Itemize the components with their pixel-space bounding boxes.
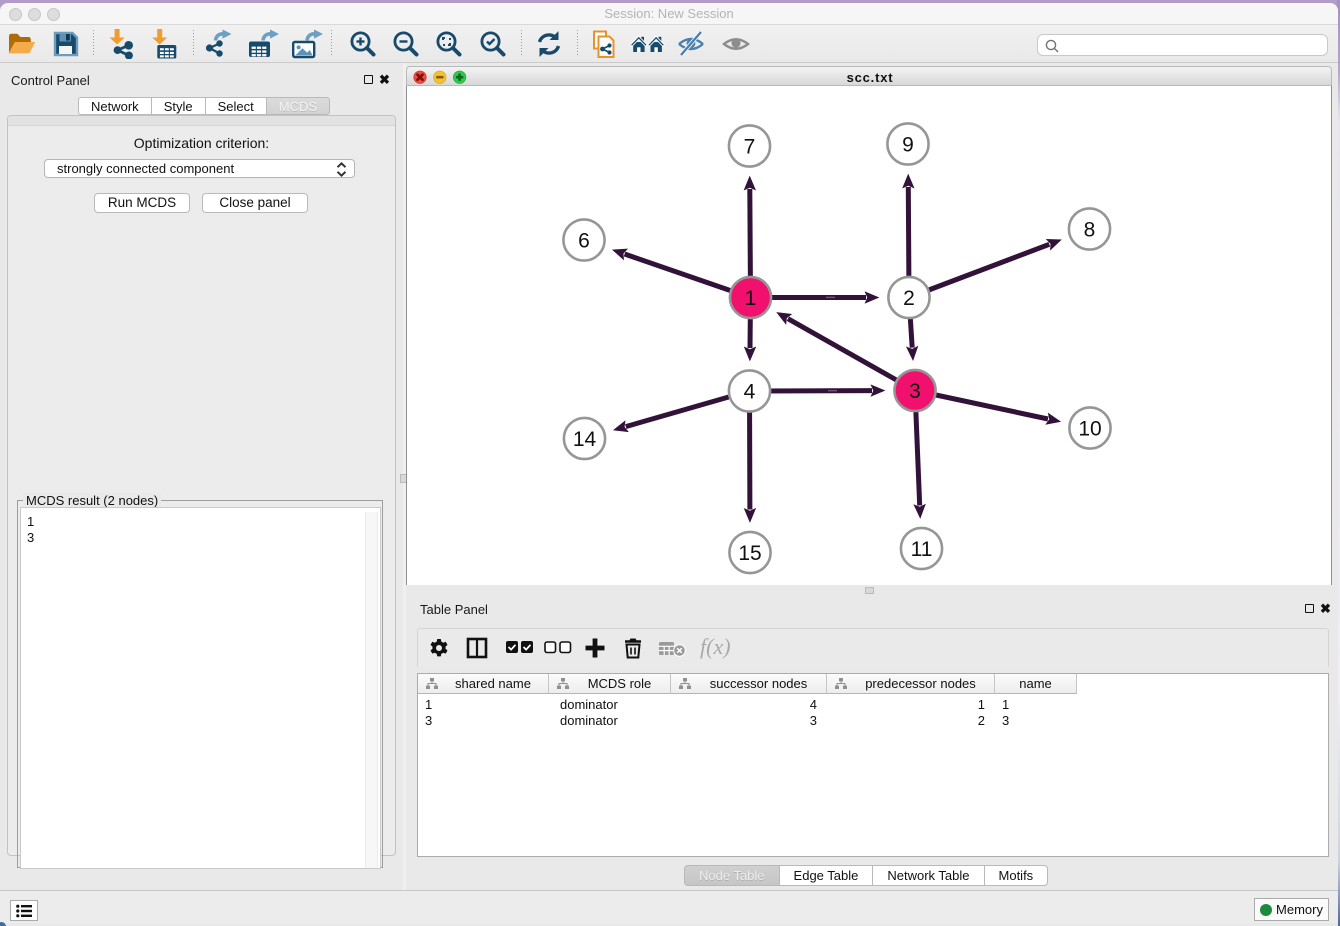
svg-text:1: 1 bbox=[745, 287, 757, 310]
svg-text:7: 7 bbox=[744, 136, 756, 159]
svg-text:3: 3 bbox=[909, 380, 921, 403]
svg-text:2: 2 bbox=[903, 287, 915, 310]
svg-text:15: 15 bbox=[738, 542, 761, 565]
svg-text:14: 14 bbox=[573, 428, 597, 451]
svg-text:8: 8 bbox=[1084, 219, 1096, 242]
svg-text:6: 6 bbox=[578, 230, 590, 253]
svg-text:11: 11 bbox=[911, 538, 933, 561]
svg-text:10: 10 bbox=[1078, 418, 1101, 441]
svg-text:9: 9 bbox=[902, 134, 914, 157]
svg-text:4: 4 bbox=[744, 381, 756, 404]
